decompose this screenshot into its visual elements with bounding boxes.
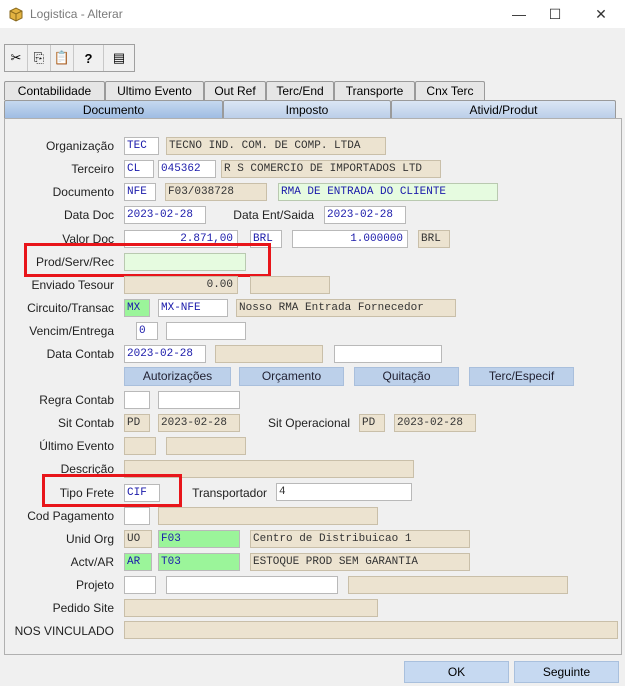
paste-icon[interactable]: 📋: [51, 45, 74, 71]
highlight-tipo-frete: [42, 474, 182, 507]
actv-type-field[interactable]: AR: [124, 553, 152, 571]
unid-org-desc-field: Centro de Distribuicao 1: [250, 530, 470, 548]
close-button[interactable]: ✕: [589, 4, 613, 24]
projeto-code-field[interactable]: [166, 576, 338, 594]
doc-number-field[interactable]: F03/038728: [165, 183, 267, 201]
cut-icon[interactable]: ✂: [5, 45, 28, 71]
pedido-site-label: Pedido Site: [52, 601, 114, 615]
actv-desc-field: ESTOQUE PROD SEM GARANTIA: [250, 553, 470, 571]
circuito-desc-field: Nosso RMA Entrada Fornecedor: [236, 299, 456, 317]
documento-label: Documento: [52, 185, 114, 199]
app-box-icon: [9, 7, 23, 22]
tabs-row-top: Contabilidade Ultimo Evento Out Ref Terc…: [4, 81, 485, 100]
organizacao-label: Organização: [45, 139, 114, 153]
unid-org-type-field: UO: [124, 530, 152, 548]
sit-contab-field: PD: [124, 414, 150, 432]
projeto-label: Projeto: [75, 578, 114, 592]
tab-documento[interactable]: Documento: [4, 100, 223, 119]
nos-vinculado-field: [124, 621, 618, 639]
circuito-field[interactable]: MX: [124, 299, 150, 317]
tab-out-ref[interactable]: Out Ref: [204, 81, 266, 100]
sit-oper-field: PD: [359, 414, 385, 432]
circuito-transac-label: Circuito/Transac: [27, 301, 114, 315]
autorizacoes-button[interactable]: Autorizações: [124, 367, 231, 386]
orcamento-button[interactable]: Orçamento: [239, 367, 344, 386]
tab-contabilidade[interactable]: Contabilidade: [4, 81, 105, 100]
transportador-label: Transportador: [192, 486, 267, 500]
org-code-field[interactable]: TEC: [124, 137, 159, 155]
sit-operacional-label: Sit Operacional: [267, 416, 350, 430]
projeto-field[interactable]: [124, 576, 156, 594]
terc-especif-button[interactable]: Terc/Especif: [469, 367, 574, 386]
vencim-field[interactable]: 0: [136, 322, 158, 340]
quitacao-button[interactable]: Quitação: [354, 367, 459, 386]
ultimo-evento-extra: [166, 437, 246, 455]
seguinte-button[interactable]: Seguinte: [514, 661, 619, 683]
enviado-tesour-field: 0.00: [124, 276, 238, 294]
terc-code-field[interactable]: 045362: [158, 160, 216, 178]
enviado-tesour-label: Enviado Tesour: [31, 278, 115, 292]
doc-type-field[interactable]: NFE: [124, 183, 156, 201]
sit-contab-date-field: 2023-02-28: [158, 414, 240, 432]
cod-pagamento-label: Cod Pagamento: [27, 509, 114, 523]
data-contab-label: Data Contab: [46, 347, 114, 361]
data-ent-saida-field[interactable]: 2023-02-28: [324, 206, 406, 224]
sit-oper-date-field: 2023-02-28: [394, 414, 476, 432]
copy-icon[interactable]: ⎘: [28, 45, 51, 71]
pedido-site-field: [124, 599, 378, 617]
tab-ativid-produt[interactable]: Ativid/Produt: [391, 100, 616, 119]
regra-contab-extra[interactable]: [158, 391, 240, 409]
regra-contab-field[interactable]: [124, 391, 150, 409]
data-contab-extra2[interactable]: [334, 345, 442, 363]
taxa-field[interactable]: 1.000000: [292, 230, 408, 248]
maximize-button[interactable]: ☐: [543, 4, 567, 24]
tab-ultimo-evento[interactable]: Ultimo Evento: [105, 81, 204, 100]
ultimo-evento-label: Último Evento: [39, 439, 114, 453]
vencim-entrega-label: Vencim/Entrega: [29, 324, 114, 338]
tab-imposto[interactable]: Imposto: [223, 100, 391, 119]
transac-field[interactable]: MX-NFE: [158, 299, 228, 317]
enviado-tesour-extra-field: [250, 276, 330, 294]
terc-type-field[interactable]: CL: [124, 160, 154, 178]
toolbar: ✂ ⎘ 📋 ? ▤: [4, 44, 135, 72]
ultimo-evento-field: [124, 437, 156, 455]
tabs-row-bottom: Documento Imposto Ativid/Produt: [4, 100, 616, 119]
entrega-field[interactable]: [166, 322, 246, 340]
projeto-desc-field: [348, 576, 568, 594]
terceiro-label: Terceiro: [71, 162, 114, 176]
tab-transporte[interactable]: Transporte: [334, 81, 415, 100]
actv-ar-label: Actv/AR: [70, 555, 114, 569]
tab-terc-end[interactable]: Terc/End: [266, 81, 334, 100]
cod-pagamento-desc: [158, 507, 378, 525]
unid-org-label: Unid Org: [65, 532, 114, 546]
regra-contab-label: Regra Contab: [39, 393, 114, 407]
org-name-field: TECNO IND. COM. DE COMP. LTDA: [166, 137, 386, 155]
cod-pagamento-field[interactable]: [124, 507, 150, 525]
nos-vinculado-label: NOS VINCULADO: [14, 624, 114, 638]
moeda2-field: BRL: [418, 230, 450, 248]
form-icon[interactable]: ▤: [104, 45, 134, 71]
actv-code-field[interactable]: T03: [158, 553, 240, 571]
minimize-button[interactable]: —: [507, 4, 531, 24]
data-doc-label: Data Doc: [63, 208, 114, 222]
doc-desc-field[interactable]: RMA DE ENTRADA DO CLIENTE: [278, 183, 498, 201]
data-ent-saida-label: Data Ent/Saida: [233, 208, 314, 222]
ok-button[interactable]: OK: [404, 661, 509, 683]
help-icon[interactable]: ?: [74, 45, 104, 71]
highlight-prod-serv-rec: [24, 243, 271, 277]
data-doc-field[interactable]: 2023-02-28: [124, 206, 206, 224]
title-bar: Logistica - Alterar — ☐ ✕: [0, 0, 625, 28]
data-contab-extra1: [215, 345, 323, 363]
sit-contab-label: Sit Contab: [57, 416, 114, 430]
data-contab-field[interactable]: 2023-02-28: [124, 345, 206, 363]
window-title: Logistica - Alterar: [30, 7, 123, 21]
transportador-field[interactable]: 4: [276, 483, 412, 501]
tab-cnx-terc[interactable]: Cnx Terc: [415, 81, 485, 100]
terc-name-field: R S COMERCIO DE IMPORTADOS LTD: [221, 160, 441, 178]
unid-org-code-field[interactable]: F03: [158, 530, 240, 548]
